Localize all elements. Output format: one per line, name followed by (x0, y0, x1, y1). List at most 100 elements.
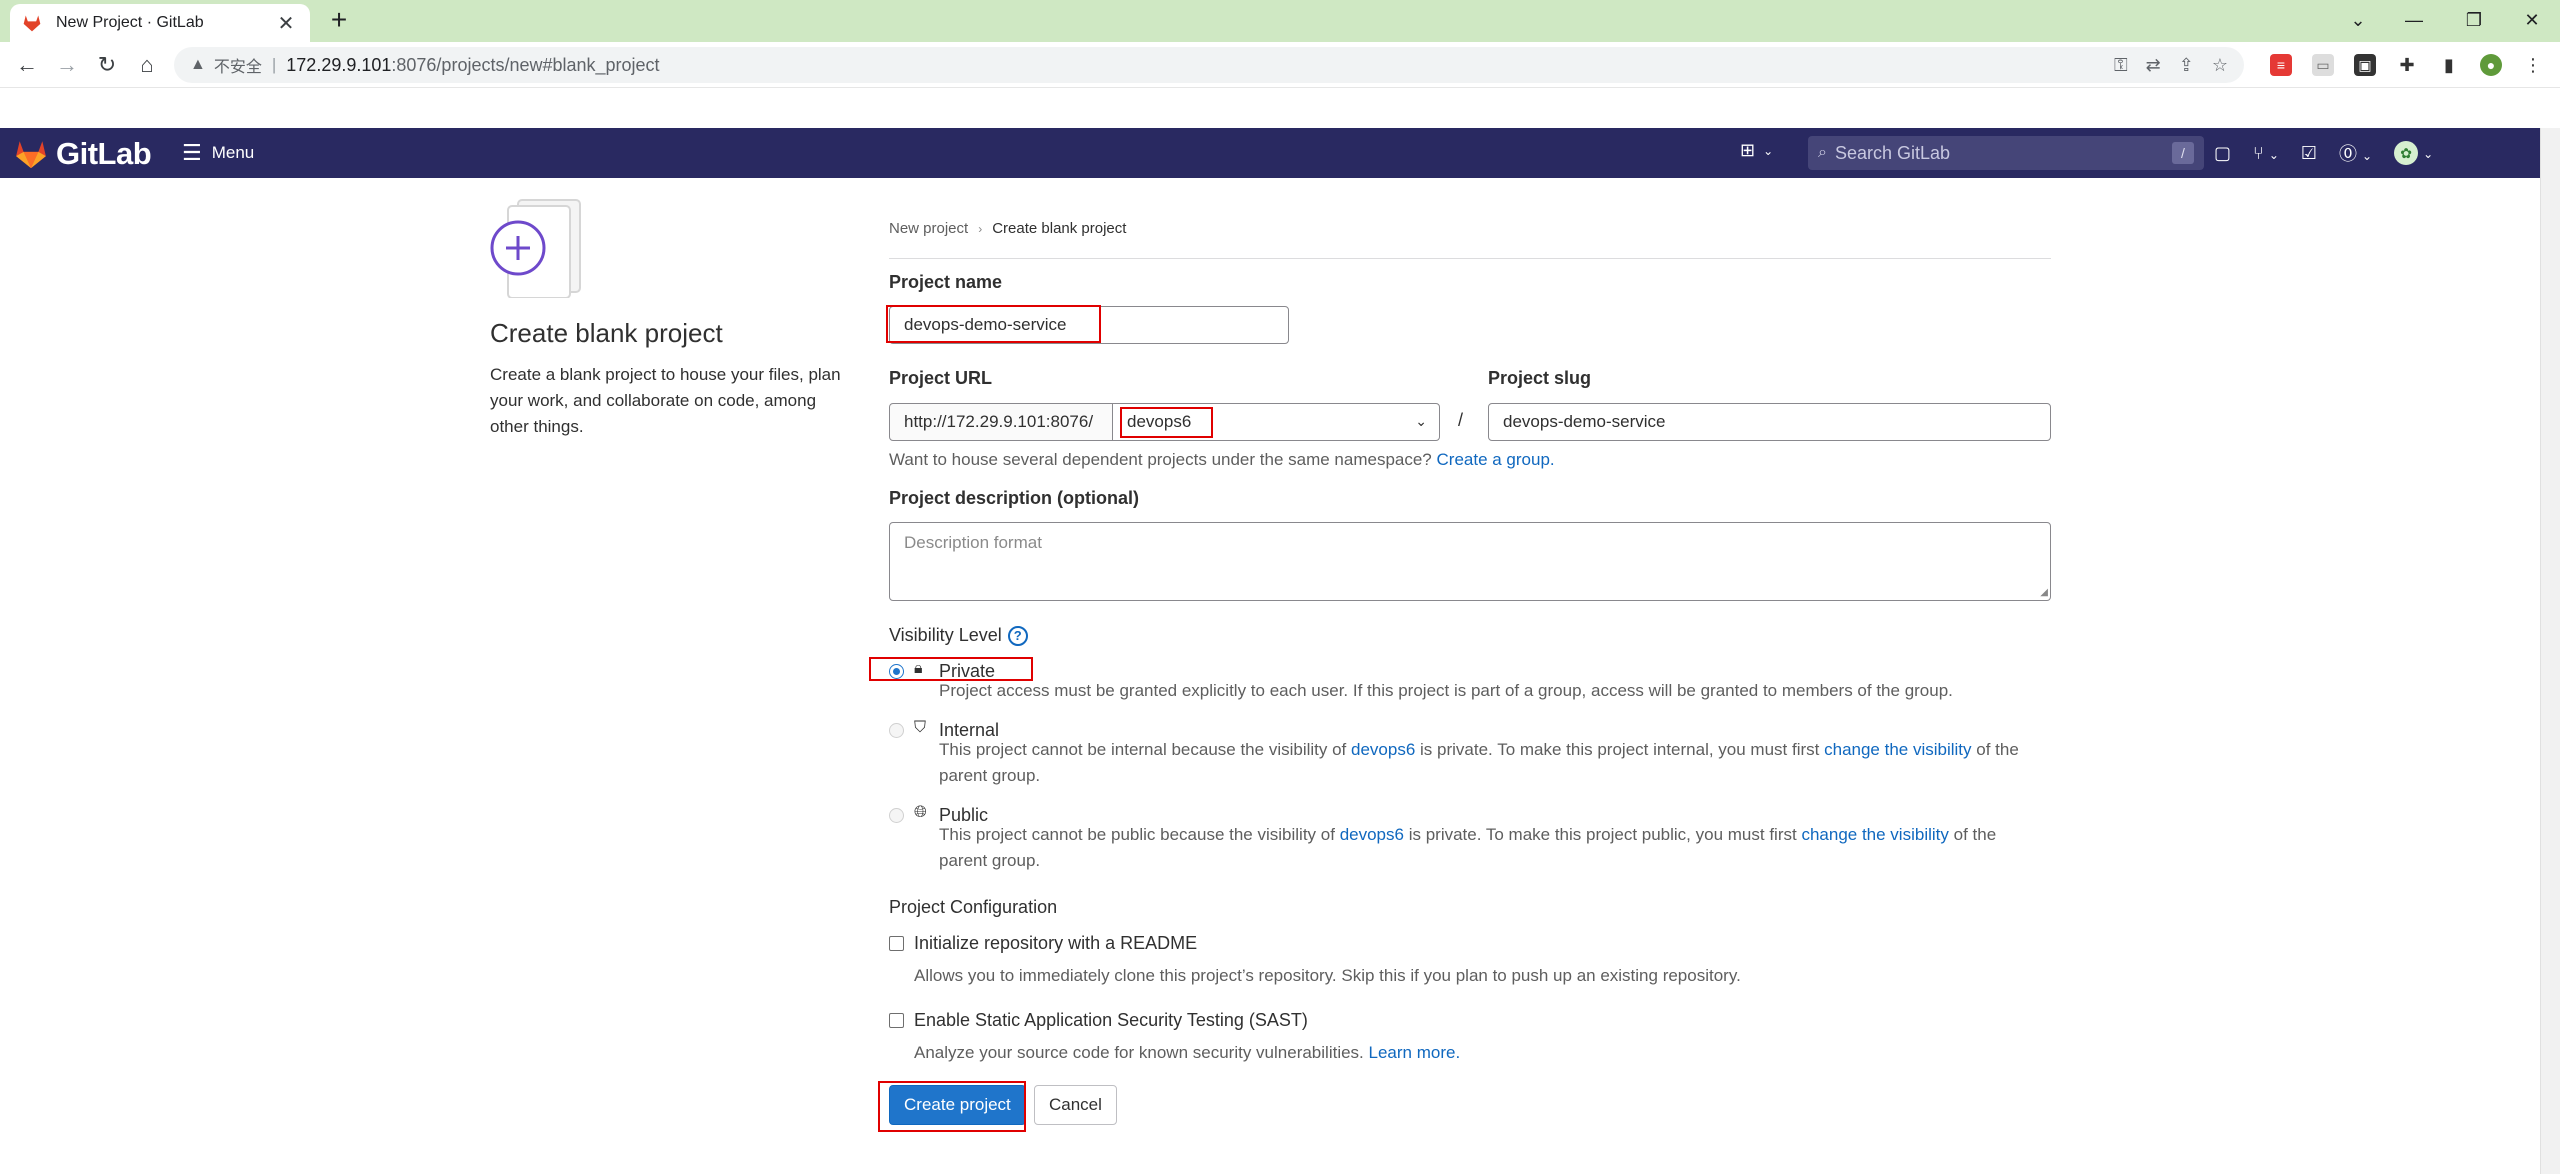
sast-title: Enable Static Application Security Testi… (914, 1010, 1308, 1030)
visibility-level-label: Visibility Level? (889, 625, 1028, 647)
page-description: Create a blank project to house your fil… (490, 365, 841, 436)
chevron-down-icon: ⌄ (1763, 143, 1774, 158)
back-arrow-icon[interactable]: ← (12, 50, 42, 80)
internal-desc-text-b: is private. To make this project interna… (1420, 740, 1820, 759)
key-icon[interactable]: ⚿ (2114, 55, 2128, 76)
reload-icon[interactable]: ↻ (92, 50, 122, 80)
namespace-help: Want to house several dependent projects… (889, 450, 1555, 470)
public-group-link[interactable]: devops6 (1340, 825, 1404, 844)
help-circle-icon[interactable]: ? (1007, 626, 1028, 647)
globe-icon: 🌐︎ (914, 804, 927, 821)
project-configuration-label: Project Configuration (889, 897, 1058, 917)
help-icon[interactable]: ⓪ ⌄ (2339, 140, 2372, 166)
address-path: :8076/projects/new#blank_project (391, 54, 660, 75)
blank-project-illustration (490, 199, 581, 298)
tab-search-icon[interactable]: ⌄ (2330, 2, 2386, 38)
search-input[interactable] (1834, 142, 2172, 164)
visibility-internal-desc: This project cannot be internal because … (939, 737, 2049, 789)
shield-icon: ⛉ (914, 719, 927, 736)
search-icon: ⌕ (1818, 144, 1827, 161)
restore-button[interactable]: ❐ (2446, 2, 2502, 38)
breadcrumb-new-project[interactable]: New project (889, 220, 968, 237)
cancel-button[interactable]: Cancel (1034, 1085, 1117, 1125)
menu-button[interactable]: ☰ Menu (182, 140, 254, 166)
project-url-label: Project URL (889, 368, 993, 388)
project-description-textarea[interactable]: Description format ◢ (889, 522, 2051, 601)
internal-change-visibility-link[interactable]: change the visibility (1824, 740, 1971, 759)
gitlab-logo[interactable]: GitLab (14, 136, 152, 172)
page-title: Create blank project (490, 318, 723, 348)
browser-tab[interactable]: New Project · GitLab ✕ (10, 4, 310, 42)
user-avatar-icon[interactable]: ✿ ⌄ (2394, 141, 2433, 165)
breadcrumb-current: Create blank project (992, 220, 1127, 237)
visibility-public-radio[interactable] (889, 808, 904, 823)
project-slug-input[interactable]: devops-demo-service (1488, 403, 2051, 441)
internal-group-link[interactable]: devops6 (1351, 740, 1415, 759)
profile-avatar-icon[interactable]: ● (2480, 54, 2502, 76)
header-right-icons: ▢ ⑂ ⌄ ☑ ⓪ ⌄ ✿ ⌄ (2214, 140, 2433, 166)
minimize-button[interactable]: — (2386, 2, 2442, 38)
browser-menu-icon[interactable]: ⋮ (2522, 54, 2544, 76)
address-separator: | (271, 55, 277, 74)
namespace-help-text: Want to house several dependent projects… (889, 450, 1432, 469)
new-tab-button[interactable]: + (324, 6, 354, 36)
tab-title: New Project · GitLab (56, 14, 204, 31)
resize-grip-icon[interactable]: ◢ (2040, 587, 2048, 598)
side-panel-icon[interactable]: ▮ (2438, 54, 2460, 76)
readme-desc: Allows you to immediately clone this pro… (914, 966, 1741, 985)
omnibox-actions: ⚿ ⇄ ⇪ ☆ (2114, 47, 2228, 83)
sast-learn-more-link[interactable]: Learn more. (1369, 1043, 1461, 1062)
description-placeholder: Description format (904, 533, 1042, 552)
public-change-visibility-link[interactable]: change the visibility (1801, 825, 1948, 844)
chevron-down-icon: ⌄ (1415, 413, 1427, 429)
public-desc-text-b: is private. To make this project public,… (1408, 825, 1797, 844)
extension-icons: ≡ ▭ ▣ ✚ ▮ ● ⋮ (2270, 50, 2544, 80)
readme-title: Initialize repository with a README (914, 933, 1198, 953)
address-bar[interactable]: ▲ 不安全 | 172.29.9.101 :8076/projects/new#… (174, 47, 2244, 83)
extension-grey-icon[interactable]: ▭ (2312, 54, 2334, 76)
create-group-link[interactable]: Create a group. (1437, 450, 1555, 469)
sast-desc: Analyze your source code for known secur… (914, 1043, 1460, 1063)
plus-square-icon: ⊞ (1740, 140, 1756, 160)
bookmark-star-icon[interactable]: ☆ (2212, 55, 2228, 76)
visibility-internal-radio[interactable] (889, 723, 904, 738)
forward-arrow-icon[interactable]: → (52, 50, 82, 80)
public-desc-text-a: This project cannot be public because th… (939, 825, 1335, 844)
sast-desc-text: Analyze your source code for known secur… (914, 1043, 1364, 1062)
extension-dark-icon[interactable]: ▣ (2354, 54, 2376, 76)
sast-checkbox[interactable] (889, 1013, 904, 1028)
insecure-label: 不安全 (213, 59, 262, 76)
home-icon[interactable]: ⌂ (132, 50, 162, 80)
internal-desc-text-a: This project cannot be internal because … (939, 740, 1347, 759)
search-shortcut-badge: / (2172, 142, 2194, 164)
todo-icon[interactable]: ☑ (2301, 143, 2317, 164)
project-name-label: Project name (889, 272, 1003, 292)
hamburger-icon: ☰ (182, 140, 202, 165)
highlight-namespace (1120, 407, 1213, 438)
gitlab-logo-text: GitLab (56, 136, 152, 171)
highlight-project-name (886, 305, 1101, 343)
gitlab-tanuki-icon (16, 141, 46, 169)
issues-icon[interactable]: ▢ (2214, 143, 2231, 164)
puzzle-extensions-icon[interactable]: ✚ (2396, 54, 2418, 76)
new-dropdown-button[interactable]: ⊞ ⌄ (1740, 140, 1773, 161)
translate-icon[interactable]: ⇄ (2146, 55, 2161, 76)
chevron-right-icon: › (978, 221, 983, 236)
share-icon[interactable]: ⇪ (2179, 55, 2194, 76)
page-scrollbar[interactable] (2540, 128, 2560, 1174)
readme-checkbox[interactable] (889, 936, 904, 951)
extension-red-icon[interactable]: ≡ (2270, 54, 2292, 76)
close-window-button[interactable]: ✕ (2504, 2, 2560, 38)
gitlab-favicon-icon (23, 15, 41, 32)
browser-tabstrip: New Project · GitLab ✕ + ⌄ — ❐ ✕ (0, 0, 2560, 42)
highlight-create-button (878, 1081, 1026, 1132)
merge-requests-icon[interactable]: ⑂ ⌄ (2253, 143, 2279, 164)
address-host: 172.29.9.101 (286, 54, 392, 75)
visibility-private-desc: Project access must be granted explicitl… (939, 681, 1953, 700)
project-description-label: Project description (optional) (889, 488, 1140, 508)
close-tab-icon[interactable]: ✕ (274, 11, 298, 36)
breadcrumb-divider (889, 258, 2051, 259)
menu-label: Menu (211, 143, 255, 162)
gitlab-search-box[interactable]: ⌕ / (1808, 136, 2204, 170)
warning-icon: ▲ (190, 56, 206, 73)
